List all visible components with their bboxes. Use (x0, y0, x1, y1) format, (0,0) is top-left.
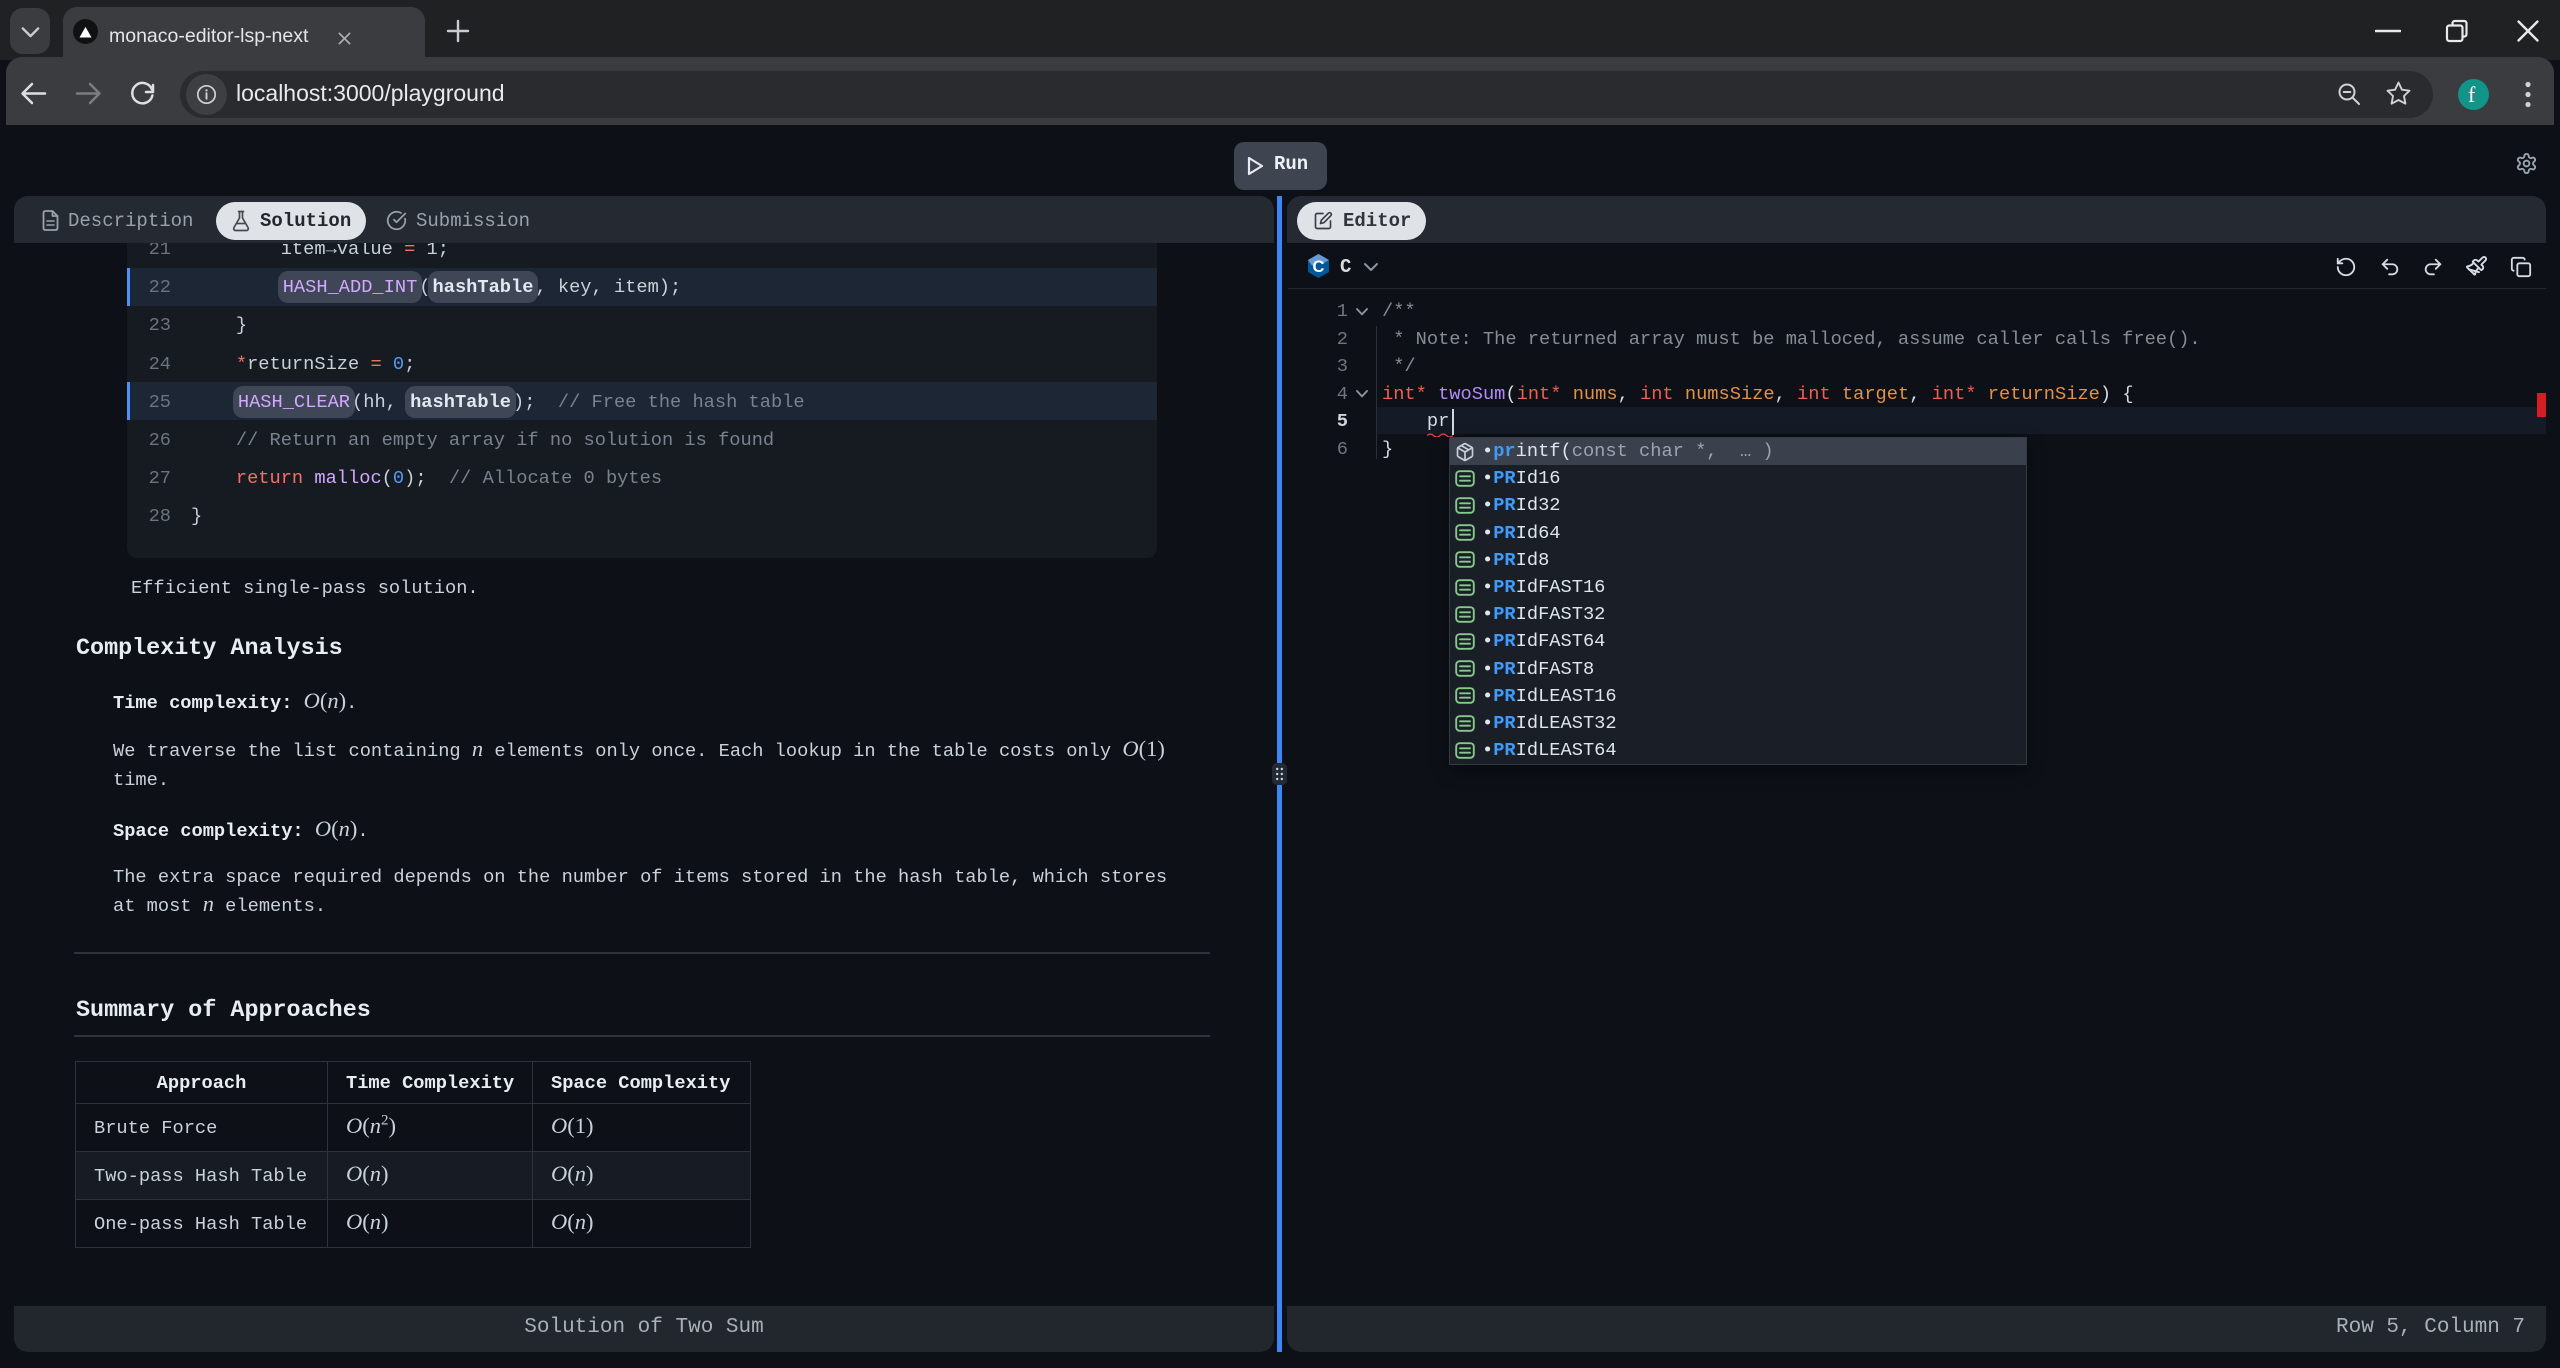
svg-text:C: C (1313, 258, 1325, 276)
